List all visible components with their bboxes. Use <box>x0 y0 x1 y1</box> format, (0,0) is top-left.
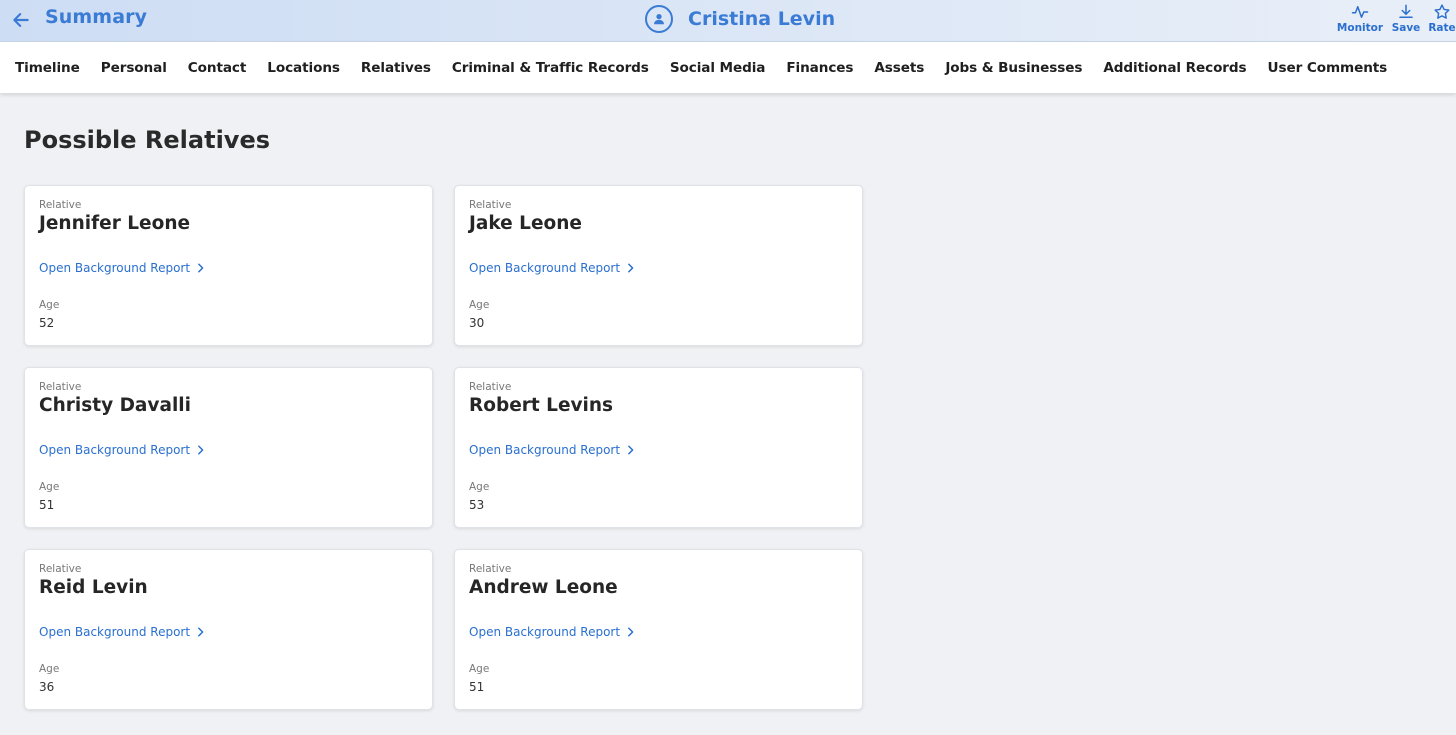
relative-name: Reid Levin <box>39 577 148 598</box>
open-background-report-link[interactable]: Open Background Report <box>469 261 635 275</box>
download-icon <box>1399 4 1413 18</box>
report-link-label: Open Background Report <box>469 261 621 275</box>
relative-label: Relative <box>469 199 512 211</box>
age-label: Age <box>469 299 490 311</box>
user-icon <box>645 5 673 33</box>
open-background-report-link[interactable]: Open Background Report <box>469 443 635 457</box>
report-link-label: Open Background Report <box>39 625 191 639</box>
save-label: Save <box>1391 22 1421 34</box>
age-label: Age <box>469 663 490 675</box>
relative-label: Relative <box>39 381 82 393</box>
relative-label: Relative <box>469 381 512 393</box>
age-value: 36 <box>39 680 55 694</box>
age-value: 52 <box>39 316 55 330</box>
tab-additional-records[interactable]: Additional Records <box>1103 60 1246 76</box>
relative-name: Robert Levins <box>469 395 614 416</box>
chevron-right-icon <box>628 627 634 637</box>
tab-locations[interactable]: Locations <box>267 60 340 76</box>
chevron-right-icon <box>198 627 204 637</box>
tab-assets[interactable]: Assets <box>874 60 924 76</box>
relative-name: Andrew Leone <box>469 577 618 598</box>
report-link-label: Open Background Report <box>39 443 191 457</box>
person-name: Cristina Levin <box>688 8 836 30</box>
chevron-right-icon <box>628 445 634 455</box>
monitor-button[interactable]: Monitor <box>1336 3 1384 37</box>
star-icon <box>1434 4 1450 19</box>
tab-jobs-businesses[interactable]: Jobs & Businesses <box>945 60 1082 76</box>
age-label: Age <box>469 481 490 493</box>
report-link-label: Open Background Report <box>469 625 621 639</box>
age-label: Age <box>39 663 60 675</box>
rate-label: Rate <box>1428 22 1456 34</box>
relative-label: Relative <box>469 563 512 575</box>
activity-icon <box>1351 6 1369 18</box>
relative-card: Relative Andrew Leone Open Background Re… <box>454 549 863 710</box>
age-value: 51 <box>39 498 55 512</box>
save-button[interactable]: Save <box>1388 3 1424 37</box>
tab-personal[interactable]: Personal <box>101 60 167 76</box>
chevron-right-icon <box>198 263 204 273</box>
relative-card: Relative Reid Levin Open Background Repo… <box>24 549 433 710</box>
tab-finances[interactable]: Finances <box>786 60 853 76</box>
open-background-report-link[interactable]: Open Background Report <box>39 443 205 457</box>
monitor-label: Monitor <box>1336 22 1384 34</box>
relative-name: Christy Davalli <box>39 395 191 416</box>
relative-card: Relative Christy Davalli Open Background… <box>24 367 433 528</box>
open-background-report-link[interactable]: Open Background Report <box>469 625 635 639</box>
relative-name: Jake Leone <box>469 213 582 234</box>
header-actions: Monitor Save Rate <box>1336 3 1456 37</box>
relative-label: Relative <box>39 563 82 575</box>
rate-button[interactable]: Rate <box>1428 3 1456 37</box>
person-header: Cristina Levin <box>645 4 835 34</box>
tab-user-comments[interactable]: User Comments <box>1268 60 1388 76</box>
relative-card: Relative Jake Leone Open Background Repo… <box>454 185 863 346</box>
tab-relatives[interactable]: Relatives <box>361 60 431 76</box>
report-link-label: Open Background Report <box>469 443 621 457</box>
tab-criminal-traffic-records[interactable]: Criminal & Traffic Records <box>452 60 649 76</box>
top-header: Summary Cristina Levin Monitor Save Rate <box>0 0 1456 42</box>
tab-timeline[interactable]: Timeline <box>15 60 80 76</box>
open-background-report-link[interactable]: Open Background Report <box>39 625 205 639</box>
tab-contact[interactable]: Contact <box>188 60 247 76</box>
tab-social-media[interactable]: Social Media <box>670 60 766 76</box>
age-label: Age <box>39 481 60 493</box>
relative-card: Relative Jennifer Leone Open Background … <box>24 185 433 346</box>
age-value: 53 <box>469 498 485 512</box>
arrow-left-icon <box>13 13 29 27</box>
age-label: Age <box>39 299 60 311</box>
report-link-label: Open Background Report <box>39 261 191 275</box>
relative-name: Jennifer Leone <box>39 213 191 234</box>
back-button[interactable] <box>8 6 34 34</box>
open-background-report-link[interactable]: Open Background Report <box>39 261 205 275</box>
age-value: 30 <box>469 316 485 330</box>
page-title: Possible Relatives <box>24 126 270 154</box>
summary-title[interactable]: Summary <box>45 6 147 28</box>
age-value: 51 <box>469 680 485 694</box>
chevron-right-icon <box>198 445 204 455</box>
relative-card: Relative Robert Levins Open Background R… <box>454 367 863 528</box>
section-tabs: Timeline Personal Contact Locations Rela… <box>0 42 1456 93</box>
relative-label: Relative <box>39 199 82 211</box>
chevron-right-icon <box>628 263 634 273</box>
